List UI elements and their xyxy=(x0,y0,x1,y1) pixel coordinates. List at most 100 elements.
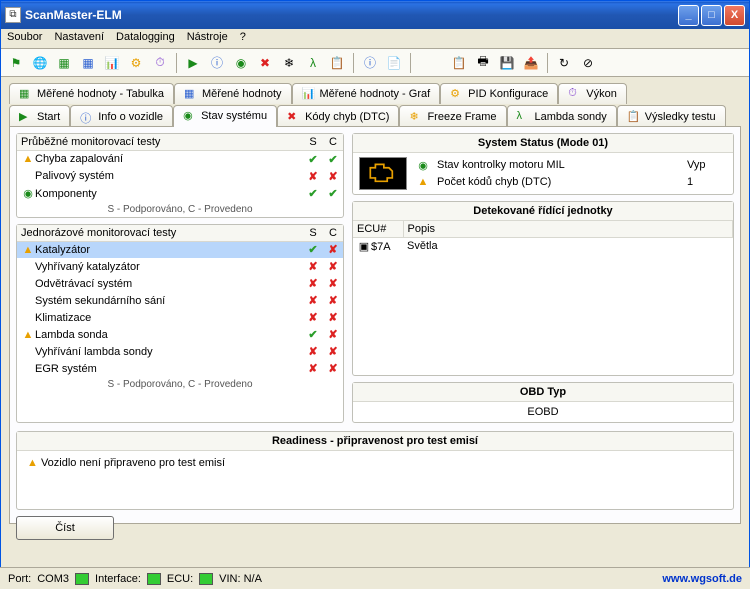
menu-help[interactable]: ? xyxy=(240,31,246,46)
cell-c: ✔ xyxy=(323,151,343,168)
toolbar-connect-icon[interactable]: ⚑ xyxy=(5,52,27,74)
toolbar-doc-icon[interactable]: 📄 xyxy=(383,52,405,74)
continuous-tests-box: Průběžné monitorovací testySC ▲Chyba zap… xyxy=(16,133,344,218)
tab-performance[interactable]: ⏱Výkon xyxy=(558,83,627,104)
cell-c: ✘ xyxy=(323,309,343,326)
tab-system-status[interactable]: ◉Stav systému xyxy=(173,105,277,127)
status-port-label: Port: xyxy=(8,573,31,585)
tabs-row-1: ▦Měřené hodnoty - Tabulka ▦Měřené hodnot… xyxy=(9,83,741,104)
status-ecu-label: ECU: xyxy=(167,573,193,585)
tab-measured-graph[interactable]: 📊Měřené hodnoty - Graf xyxy=(292,83,441,104)
test-row[interactable]: Systém sekundárního sání✘✘ xyxy=(17,292,343,309)
test-row[interactable]: EGR systém✘✘ xyxy=(17,360,343,377)
toolbar-table-icon[interactable]: ▦ xyxy=(53,52,75,74)
tab-measured[interactable]: ▦Měřené hodnoty xyxy=(174,83,292,104)
menu-datalogging[interactable]: Datalogging xyxy=(116,31,175,46)
test-row[interactable]: Palivový systém✘✘ xyxy=(17,168,343,185)
tab-vehicle-info[interactable]: ⓘInfo o vozidle xyxy=(70,105,173,127)
col-c: C xyxy=(323,225,343,242)
toolbar-gauge-icon[interactable]: ⏱ xyxy=(149,52,171,74)
cell-s: ✔ xyxy=(303,151,323,168)
freeze-icon: ❄ xyxy=(409,110,423,124)
toolbar-save-icon[interactable]: 💾 xyxy=(496,52,518,74)
test-row[interactable]: ▲Chyba zapalování✔✔ xyxy=(17,151,343,168)
dtc-count-label: Počet kódů chyb (DTC) xyxy=(437,176,681,188)
tab-freeze-frame[interactable]: ❄Freeze Frame xyxy=(399,105,506,127)
test-row[interactable]: ◉Komponenty✔✔ xyxy=(17,185,343,202)
status-iface-label: Interface: xyxy=(95,573,141,585)
tab-pid-config[interactable]: ⚙PID Konfigurace xyxy=(440,83,558,104)
toolbar-freeze-icon[interactable]: ❄ xyxy=(278,52,300,74)
iface-led xyxy=(147,573,161,585)
close-button[interactable]: X xyxy=(724,5,745,26)
toolbar-info-icon[interactable]: ⓘ xyxy=(206,52,228,74)
test-row[interactable]: Odvětrávací systém✘✘ xyxy=(17,275,343,292)
titlebar: ⧉ ScanMaster-ELM _ □ X xyxy=(1,1,749,29)
toolbar-play-icon[interactable]: ▶ xyxy=(182,52,204,74)
main-panel: Průběžné monitorovací testySC ▲Chyba zap… xyxy=(9,126,741,524)
cell-c: ✘ xyxy=(323,241,343,258)
chip-icon: ▣ xyxy=(357,240,371,253)
col-name: Průběžné monitorovací testy xyxy=(17,134,303,151)
readiness-msg: Vozidlo není připraveno pro test emisí xyxy=(41,457,225,469)
col-c: C xyxy=(323,134,343,151)
test-row[interactable]: Klimatizace✘✘ xyxy=(17,309,343,326)
minimize-button[interactable]: _ xyxy=(678,5,699,26)
toolbar-info2-icon[interactable]: ⓘ xyxy=(359,52,381,74)
tab-dtc[interactable]: ✖Kódy chyb (DTC) xyxy=(277,105,399,127)
toolbar-copy-icon[interactable]: 📋 xyxy=(448,52,470,74)
toolbar-stop-icon[interactable]: ⊘ xyxy=(577,52,599,74)
cell-s: ✘ xyxy=(303,309,323,326)
toolbar-print-icon[interactable]: 🖶 xyxy=(472,52,494,74)
menu-soubor[interactable]: Soubor xyxy=(7,31,42,46)
maximize-button[interactable]: □ xyxy=(701,5,722,26)
toolbar-lambda-icon[interactable]: λ xyxy=(302,52,324,74)
engine-icon xyxy=(359,157,407,190)
col-s: S xyxy=(303,134,323,151)
ok-icon: ◉ xyxy=(415,159,431,172)
status-vin: VIN: N/A xyxy=(219,573,262,585)
toolbar-globe-icon[interactable]: 🌐 xyxy=(29,52,51,74)
cell-s: ✘ xyxy=(303,343,323,360)
test-row[interactable]: ▲Katalyzátor✔✘ xyxy=(17,241,343,258)
toolbar-settings-icon[interactable]: ⚙ xyxy=(125,52,147,74)
toolbar-export-icon[interactable]: 📤 xyxy=(520,52,542,74)
tabs-row-2: ▶Start ⓘInfo o vozidle ◉Stav systému ✖Kó… xyxy=(9,105,741,127)
menu-nastaveni[interactable]: Nastavení xyxy=(54,31,104,46)
toolbar-test-icon[interactable]: 📋 xyxy=(326,52,348,74)
warn-icon: ▲ xyxy=(27,457,38,469)
toolbar-chart-icon[interactable]: 📊 xyxy=(101,52,123,74)
toolbar-grid-icon[interactable]: ▦ xyxy=(77,52,99,74)
ecu-title: Detekované řídící jednotky xyxy=(353,202,733,221)
tab-start[interactable]: ▶Start xyxy=(9,105,70,127)
error-icon: ✖ xyxy=(287,110,301,124)
dtc-count-value: 1 xyxy=(687,176,727,188)
col-desc: Popis xyxy=(403,221,733,238)
tab-measured-table[interactable]: ▦Měřené hodnoty - Tabulka xyxy=(9,83,174,104)
cell-c: ✘ xyxy=(323,275,343,292)
test-row[interactable]: ▲Lambda sonda✔✘ xyxy=(17,326,343,343)
cell-c: ✔ xyxy=(323,185,343,202)
menu-nastroje[interactable]: Nástroje xyxy=(187,31,228,46)
menubar: Soubor Nastavení Datalogging Nástroje ? xyxy=(1,29,749,49)
cell-s: ✘ xyxy=(303,360,323,377)
toolbar-refresh-icon[interactable]: ↻ xyxy=(553,52,575,74)
cell-s: ✔ xyxy=(303,326,323,343)
test-row[interactable]: Vyhřívaný katalyzátor✘✘ xyxy=(17,258,343,275)
obd-value: EOBD xyxy=(353,402,733,422)
vendor-link[interactable]: www.wgsoft.de xyxy=(662,573,742,585)
tab-lambda[interactable]: λLambda sondy xyxy=(507,105,617,127)
toolbar-separator xyxy=(353,53,354,73)
window-title: ScanMaster-ELM xyxy=(25,8,678,22)
cell-s: ✘ xyxy=(303,292,323,309)
toolbar-separator xyxy=(410,53,411,73)
ecu-row[interactable]: ▣$7ASvětla xyxy=(353,238,733,255)
tab-test-results[interactable]: 📋Výsledky testu xyxy=(617,105,726,127)
read-button[interactable]: Číst xyxy=(16,516,114,540)
toolbar-status-icon[interactable]: ◉ xyxy=(230,52,252,74)
cell-s: ✘ xyxy=(303,258,323,275)
test-row[interactable]: Vyhřívání lambda sondy✘✘ xyxy=(17,343,343,360)
table-icon: ▦ xyxy=(19,87,33,101)
col-s: S xyxy=(303,225,323,242)
toolbar-dtc-icon[interactable]: ✖ xyxy=(254,52,276,74)
